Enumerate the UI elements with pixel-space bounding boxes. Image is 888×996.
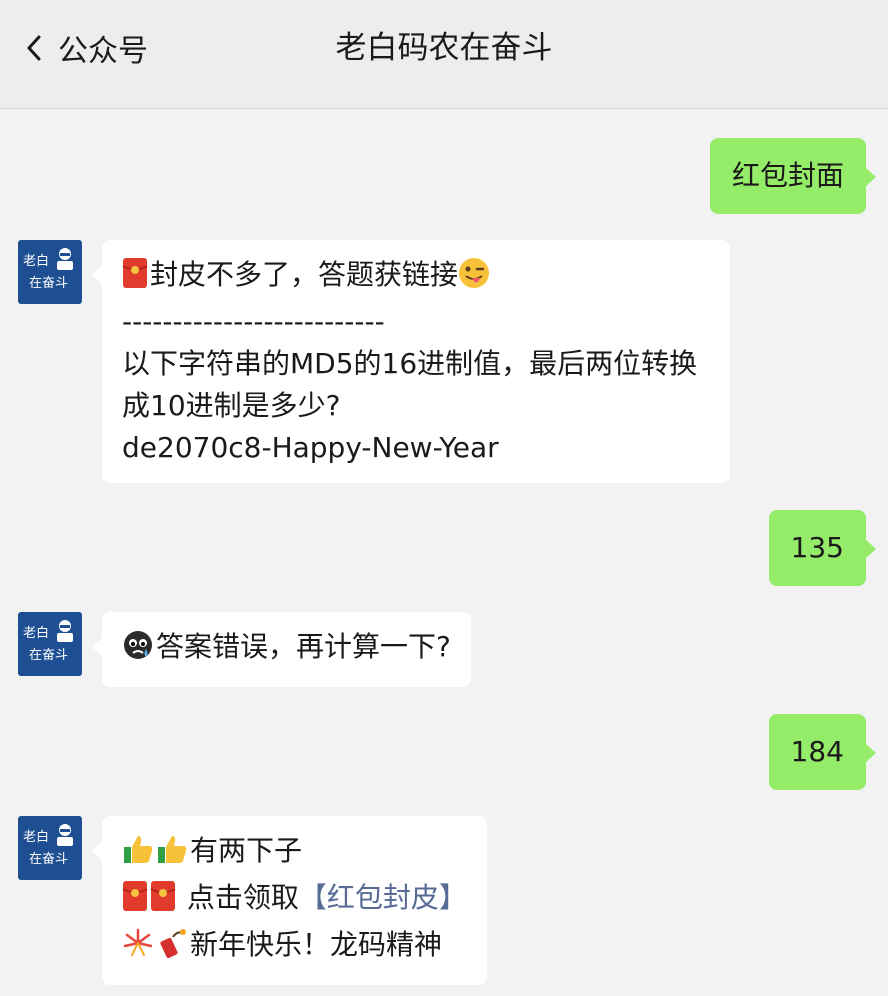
- message-bubble-sent[interactable]: 135: [768, 510, 877, 586]
- message-text: 成10进制是多少?: [122, 389, 341, 422]
- message-text: 点击领取: [178, 881, 299, 914]
- thumbs-up-icon: [122, 833, 154, 877]
- message-text: de2070c8-Happy-New-Year: [122, 431, 499, 464]
- firecracker-icon: [156, 927, 188, 971]
- thumbs-up-icon: [156, 833, 188, 877]
- message-text: 有两下子: [190, 834, 303, 867]
- message-text: 红包封面: [731, 159, 844, 192]
- message-text: 新年快乐！龙码精神: [190, 928, 443, 961]
- message-text: 封皮不多了，答题获链接: [150, 258, 459, 291]
- message-bubble-received[interactable]: 答案错误，再计算一下?: [92, 612, 471, 687]
- message-bubble-received[interactable]: 封皮不多了，答题获链接 -------------------------- 以…: [92, 240, 730, 483]
- message-text: --------------------------: [122, 305, 385, 338]
- red-envelope-icon: [150, 880, 176, 924]
- chat-title: 老白码农在奋斗: [335, 30, 553, 66]
- red-envelope-icon: [122, 880, 148, 924]
- winking-tongue-face-icon: [458, 257, 490, 301]
- coder-figure-icon: [57, 620, 73, 642]
- coder-figure-icon: [57, 824, 73, 846]
- message-bubble-sent[interactable]: 184: [768, 714, 877, 790]
- red-envelope-cover-link[interactable]: 【红包封皮】: [299, 881, 467, 914]
- coder-figure-icon: [57, 248, 73, 270]
- message-bubble-sent[interactable]: 红包封面: [709, 138, 877, 214]
- message-text: 184: [790, 735, 844, 768]
- firework-icon: [122, 927, 154, 971]
- message-text: 答案错误，再计算一下?: [156, 630, 451, 663]
- nav-header: 公众号 老白码农在奋斗: [0, 0, 888, 109]
- avatar[interactable]: 老白 在奋斗: [18, 240, 82, 304]
- avatar[interactable]: 老白 在奋斗: [18, 816, 82, 880]
- avatar[interactable]: 老白 在奋斗: [18, 612, 82, 676]
- message-bubble-received[interactable]: 有两下子 点击领取【红包封皮】 新年快乐！龙码精神: [92, 816, 487, 985]
- message-text: 以下字符串的MD5的16进制值，最后两位转换: [122, 347, 698, 380]
- message-text: 135: [790, 531, 844, 564]
- red-envelope-icon: [122, 257, 148, 301]
- sad-face-icon: [122, 629, 154, 673]
